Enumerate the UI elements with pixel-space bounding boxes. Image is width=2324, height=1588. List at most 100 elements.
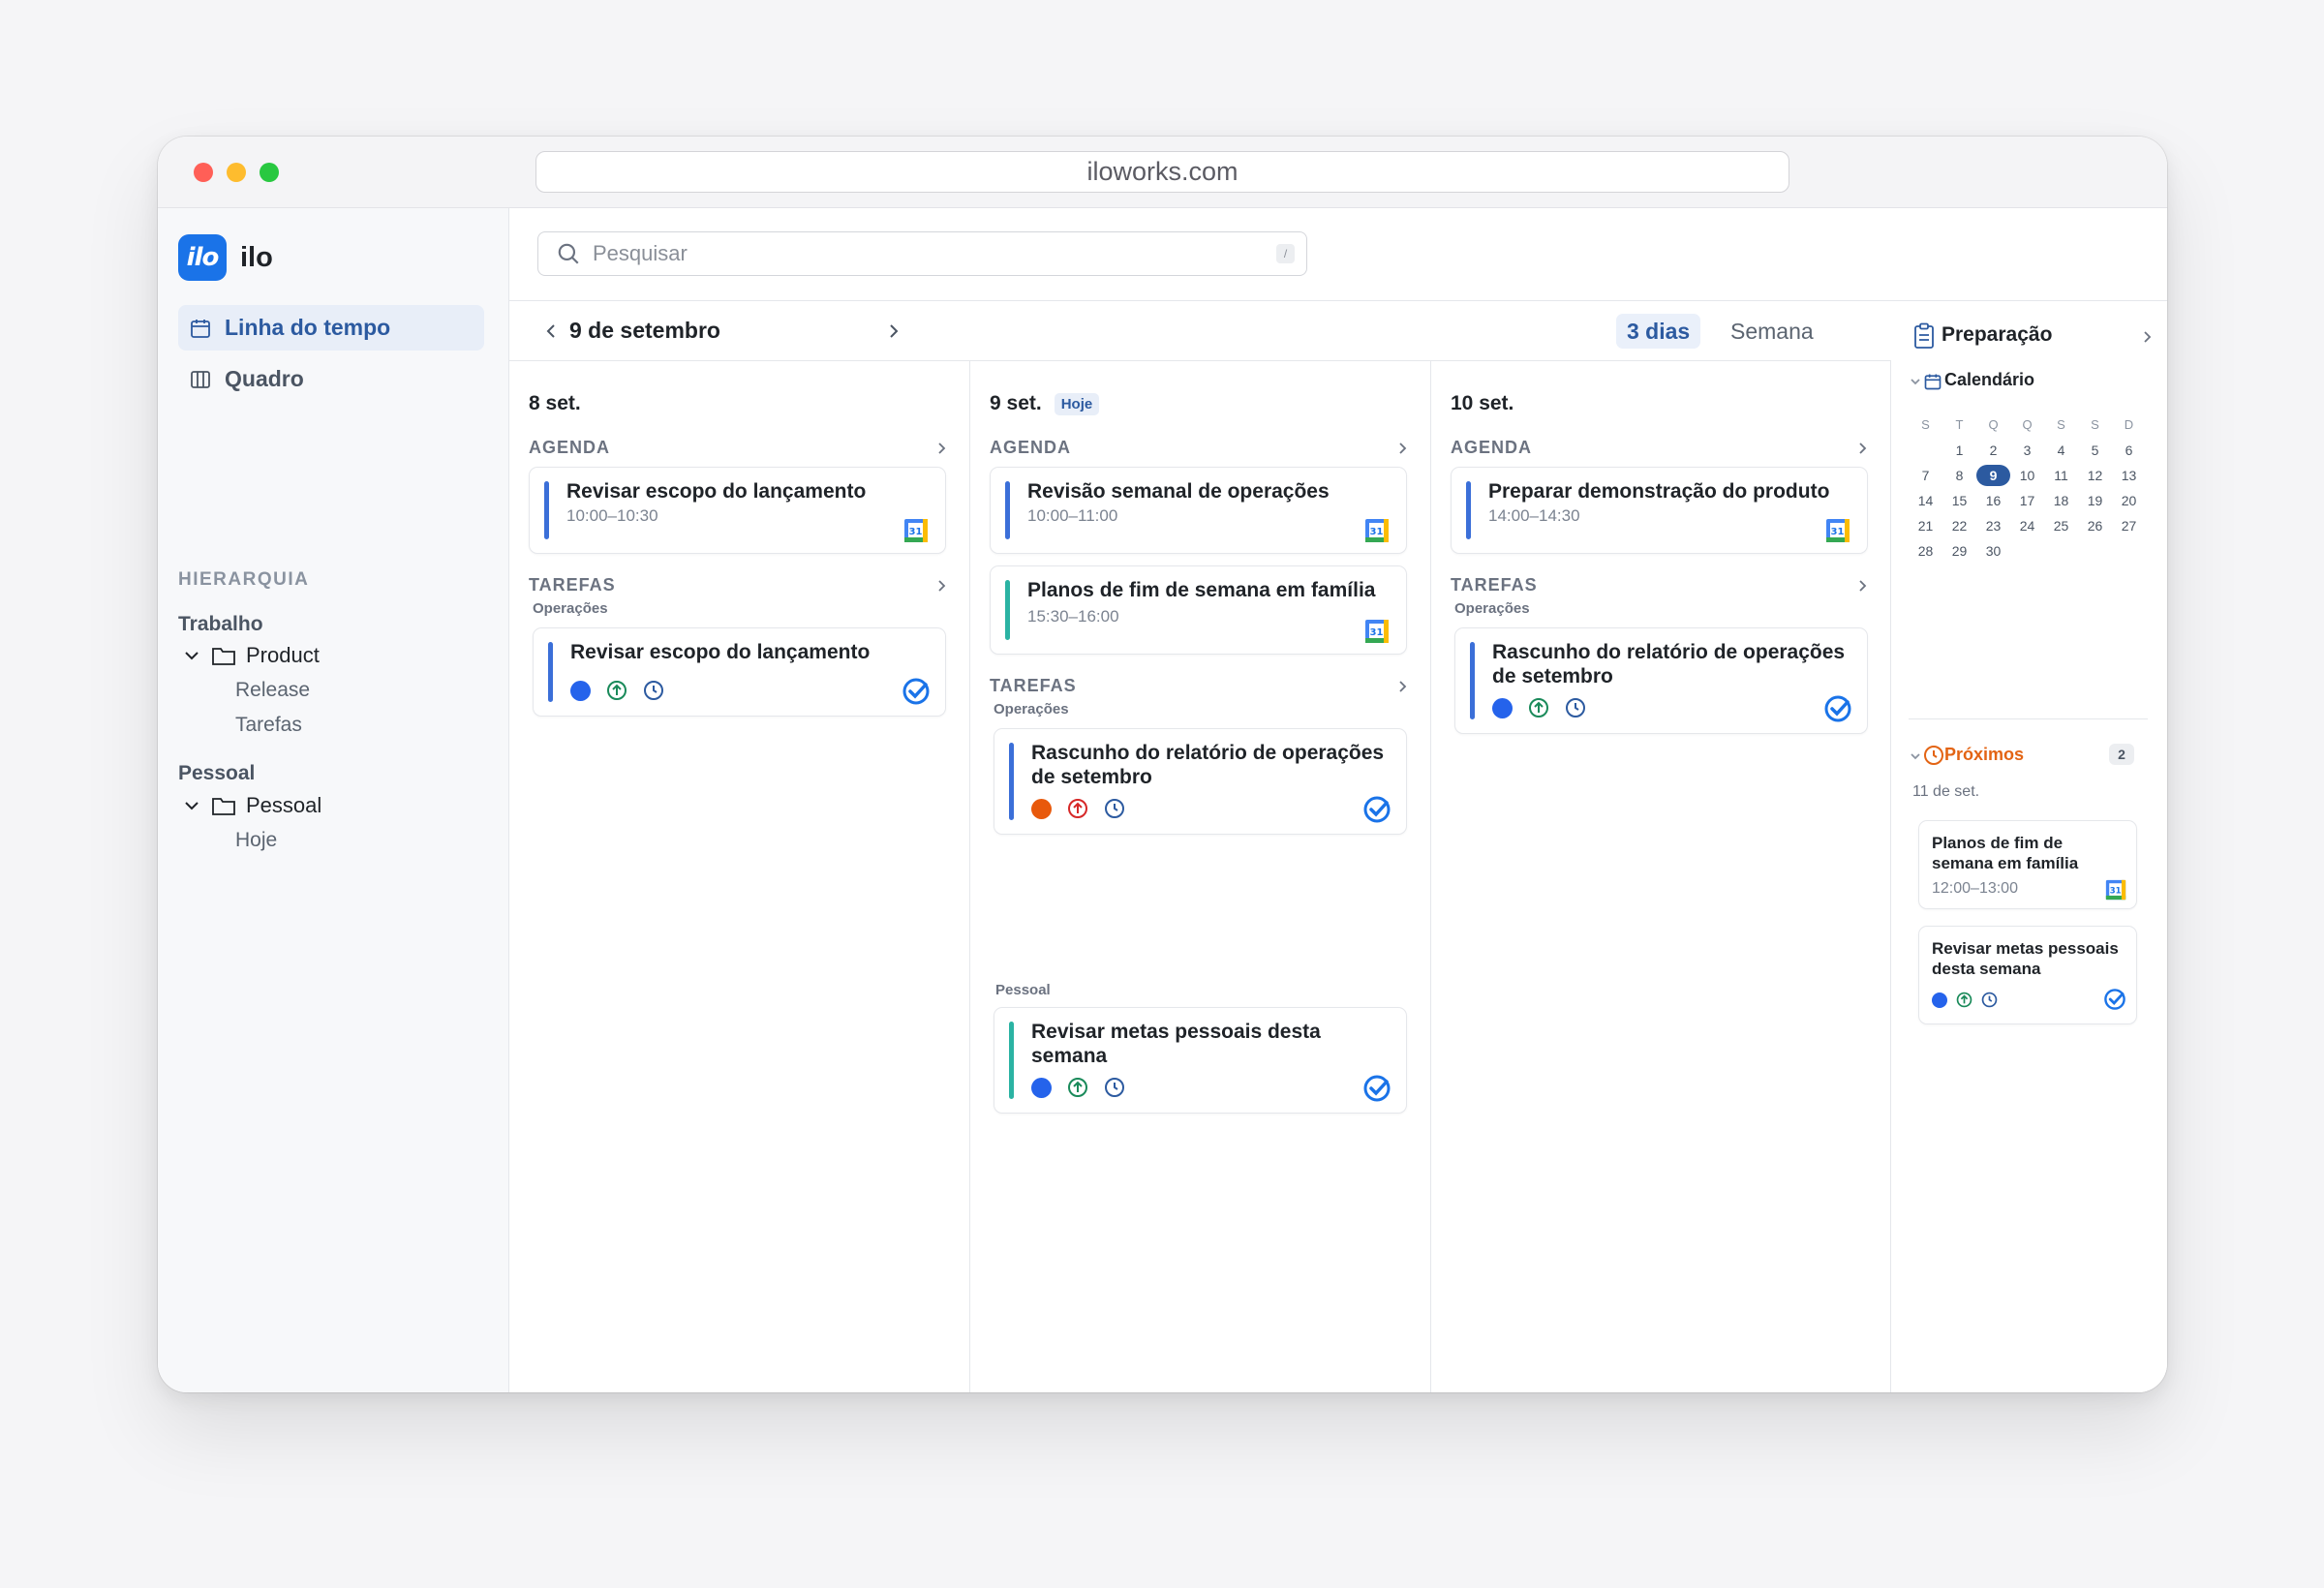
- close-window-button[interactable]: [194, 163, 213, 182]
- status-dot-icon[interactable]: [1932, 992, 1947, 1008]
- upcoming-event-card[interactable]: Planos de fim de semana em família 12:00…: [1918, 820, 2137, 909]
- calendar-day[interactable]: 20: [2112, 490, 2146, 511]
- calendar-day[interactable]: 8: [1942, 465, 1976, 486]
- calendar-day[interactable]: 29: [1942, 540, 1976, 562]
- calendar-day[interactable]: 18: [2044, 490, 2078, 511]
- priority-up-icon[interactable]: [1067, 1077, 1088, 1098]
- task-title: Revisar metas pessoais desta semana: [1031, 1021, 1321, 1067]
- calendar-day[interactable]: 6: [2112, 440, 2146, 461]
- search-input[interactable]: Pesquisar /: [537, 231, 1307, 276]
- chevron-down-icon[interactable]: [1909, 375, 1922, 388]
- chevron-right-icon[interactable]: [934, 579, 948, 593]
- calendar-day[interactable]: 11: [2044, 465, 2078, 486]
- tree-item-release[interactable]: Release: [235, 679, 310, 702]
- calendar-day[interactable]: 28: [1909, 540, 1942, 562]
- priority-up-icon[interactable]: [1956, 992, 1972, 1008]
- app-logo[interactable]: ilo: [178, 234, 227, 281]
- chevron-down-icon[interactable]: [182, 796, 201, 815]
- calendar-day[interactable]: 17: [2010, 490, 2044, 511]
- tasks-section-header[interactable]: TAREFAS: [529, 575, 948, 596]
- tasks-section-header[interactable]: TAREFAS: [990, 676, 1409, 696]
- calendar-day[interactable]: 14: [1909, 490, 1942, 511]
- chevron-right-icon[interactable]: [1395, 680, 1409, 693]
- calendar-day[interactable]: 21: [1909, 515, 1942, 536]
- task-card[interactable]: Revisar metas pessoais desta semana: [994, 1007, 1407, 1114]
- calendar-day[interactable]: 10: [2010, 465, 2044, 486]
- tree-item-hoje[interactable]: Hoje: [235, 829, 277, 852]
- calendar-day[interactable]: 30: [1976, 540, 2010, 562]
- clock-icon[interactable]: [1104, 798, 1125, 819]
- calendar-day[interactable]: 24: [2010, 515, 2044, 536]
- chevron-right-icon[interactable]: [1855, 442, 1869, 455]
- maximize-window-button[interactable]: [260, 163, 279, 182]
- status-dot-icon[interactable]: [570, 680, 591, 701]
- calendar-day[interactable]: 1: [1942, 440, 1976, 461]
- status-dot-icon[interactable]: [1492, 697, 1513, 718]
- calendar-day[interactable]: 12: [2078, 465, 2112, 486]
- calendar-day[interactable]: 19: [2078, 490, 2112, 511]
- nav-board[interactable]: Quadro: [178, 356, 484, 402]
- agenda-section-header[interactable]: AGENDA: [529, 438, 948, 458]
- calendar-day[interactable]: 25: [2044, 515, 2078, 536]
- priority-up-icon[interactable]: [1528, 697, 1549, 718]
- chevron-right-icon[interactable]: [2140, 330, 2154, 344]
- upcoming-task-card[interactable]: Revisar metas pessoais desta semana: [1918, 926, 2137, 1024]
- calendar-day[interactable]: 26: [2078, 515, 2112, 536]
- event-card[interactable]: Preparar demonstração do produto 14:00–1…: [1451, 467, 1868, 554]
- tree-item-tarefas[interactable]: Tarefas: [235, 714, 302, 737]
- event-title: Planos de fim de semana em família: [1027, 579, 1376, 601]
- chevron-right-icon[interactable]: [934, 442, 948, 455]
- day-header: 8 set.: [529, 392, 581, 415]
- clock-icon[interactable]: [643, 680, 664, 701]
- complete-check-icon[interactable]: [2103, 988, 2126, 1011]
- task-card[interactable]: Rascunho do relatório de operações de se…: [994, 728, 1407, 835]
- complete-check-icon[interactable]: [1362, 1074, 1391, 1103]
- calendar-day[interactable]: 4: [2044, 440, 2078, 461]
- event-card[interactable]: Planos de fim de semana em família 15:30…: [990, 565, 1407, 655]
- calendar-weekday: S: [1921, 417, 1930, 432]
- calendar-day[interactable]: 22: [1942, 515, 1976, 536]
- agenda-section-header[interactable]: AGENDA: [990, 438, 1409, 458]
- view-3-days-button[interactable]: 3 dias: [1616, 314, 1701, 349]
- calendar-day[interactable]: 7: [1909, 465, 1942, 486]
- clock-icon[interactable]: [1104, 1077, 1125, 1098]
- calendar-day[interactable]: 5: [2078, 440, 2112, 461]
- status-dot-icon[interactable]: [1031, 798, 1052, 819]
- agenda-section-header[interactable]: AGENDA: [1451, 438, 1869, 458]
- minimize-window-button[interactable]: [227, 163, 246, 182]
- chevron-down-icon[interactable]: [1909, 749, 1922, 763]
- chevron-right-icon[interactable]: [1855, 579, 1869, 593]
- chevron-right-icon[interactable]: [1395, 442, 1409, 455]
- chevron-left-icon[interactable]: [541, 321, 561, 341]
- tree-folder-pessoal[interactable]: Pessoal: [182, 793, 321, 818]
- tree-folder-product[interactable]: Product: [182, 643, 320, 668]
- task-card[interactable]: Revisar escopo do lançamento: [533, 627, 946, 717]
- url-bar[interactable]: iloworks.com: [535, 151, 1789, 193]
- chevron-down-icon[interactable]: [182, 646, 201, 665]
- complete-check-icon[interactable]: [1362, 795, 1391, 824]
- complete-check-icon[interactable]: [902, 677, 931, 706]
- calendar-day[interactable]: 3: [2010, 440, 2044, 461]
- event-card[interactable]: Revisão semanal de operações 10:00–11:00…: [990, 467, 1407, 554]
- view-week-button[interactable]: Semana: [1720, 314, 1824, 349]
- clock-icon[interactable]: [1981, 992, 1998, 1008]
- mini-calendar: S T Q Q S S D 1 2 3 4 5 6 7 8 9 10 11 12 13 14 15 16 17 18 19 20 21…: [1909, 414, 2146, 562]
- tasks-section-header[interactable]: TAREFAS: [1451, 575, 1869, 596]
- calendar-day[interactable]: 2: [1976, 440, 2010, 461]
- clock-icon[interactable]: [1565, 697, 1586, 718]
- task-card[interactable]: Rascunho do relatório de operações de se…: [1454, 627, 1868, 734]
- status-dot-icon[interactable]: [1031, 1077, 1052, 1098]
- calendar-day[interactable]: 27: [2112, 515, 2146, 536]
- nav-timeline[interactable]: Linha do tempo: [178, 305, 484, 351]
- chevron-right-icon[interactable]: [884, 321, 903, 341]
- calendar-day[interactable]: 16: [1976, 490, 2010, 511]
- calendar-day[interactable]: 23: [1976, 515, 2010, 536]
- event-card[interactable]: Revisar escopo do lançamento 10:00–10:30…: [529, 467, 946, 554]
- calendar-day[interactable]: 13: [2112, 465, 2146, 486]
- calendar-icon: [1924, 374, 1942, 390]
- priority-up-icon[interactable]: [1067, 798, 1088, 819]
- priority-up-icon[interactable]: [606, 680, 627, 701]
- calendar-day[interactable]: 15: [1942, 490, 1976, 511]
- complete-check-icon[interactable]: [1823, 694, 1852, 723]
- calendar-day-selected[interactable]: 9: [1976, 465, 2010, 486]
